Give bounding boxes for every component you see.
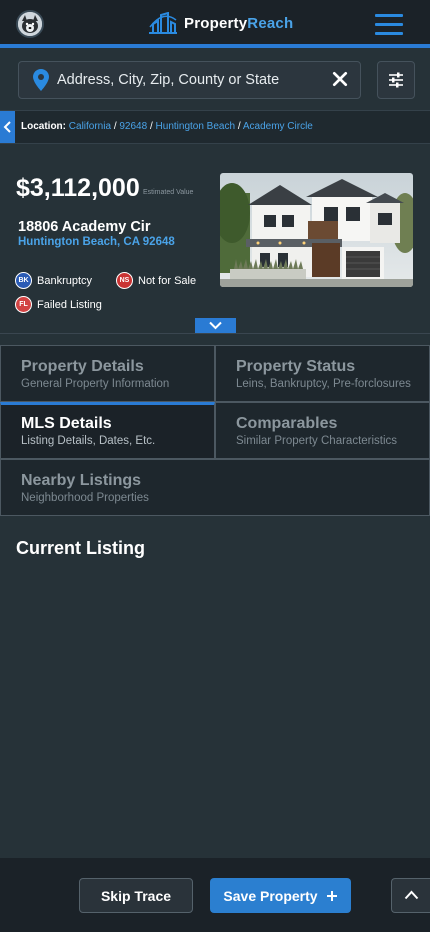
badge-failed-listing: FL Failed Listing [15,296,102,313]
filter-button[interactable] [377,61,415,99]
property-street: 18806 Academy Cir [18,219,151,235]
scroll-top-button[interactable] [391,878,430,913]
tab-subtitle: Similar Property Characteristics [236,435,398,447]
badge-not-for-sale: NS Not for Sale [116,272,196,289]
breadcrumb-separator: / [237,121,241,132]
action-footer: Skip Trace Save Property [0,858,430,932]
tab-property-details[interactable]: Property Details General Property Inform… [0,345,215,402]
tab-property-status[interactable]: Property Status Leins, Bankruptcy, Pre-f… [215,345,430,402]
badge-code: BK [15,272,32,289]
property-photo[interactable] [220,173,413,287]
tab-title: Comparables [236,415,338,432]
detail-tabs: Property Details General Property Inform… [0,345,430,517]
close-icon[interactable] [332,71,348,87]
breadcrumb-street[interactable]: Academy Circle [243,121,313,132]
logo-text: PropertyReach [184,14,294,32]
app-logo[interactable]: PropertyReach [148,12,293,34]
badge-label: Bankruptcy [37,274,93,287]
back-button[interactable] [0,111,15,143]
badge-label: Failed Listing [37,298,102,311]
tab-title: MLS Details [21,415,112,432]
tab-title: Nearby Listings [21,472,142,489]
skip-trace-button[interactable]: Skip Trace [79,878,193,913]
house-photo-image [220,173,413,287]
property-city-link[interactable]: Huntington Beach, CA 92648 [18,236,175,248]
tab-subtitle: Leins, Bankruptcy, Pre-forclosures [236,378,411,390]
tab-comparables[interactable]: Comparables Similar Property Characteris… [215,402,430,459]
chevron-up-icon [404,890,419,900]
badge-code: NS [116,272,133,289]
breadcrumb-zip[interactable]: 92648 [119,121,147,132]
breadcrumb-trail: Location: California / 92648 / Huntingto… [21,121,313,132]
breadcrumb-state[interactable]: California [69,121,111,132]
search-bar [0,52,430,110]
chevron-down-icon [209,321,222,330]
tab-subtitle: Listing Details, Dates, Etc. [21,435,156,447]
chevron-left-icon [3,121,11,133]
save-property-button[interactable]: Save Property [210,878,351,913]
map-pin-icon [33,69,49,91]
building-logo-icon [149,12,177,34]
tab-title: Property Details [21,358,144,375]
user-avatar[interactable] [16,10,44,38]
price-note: Estimated Value [143,189,194,196]
save-property-label: Save Property [223,887,318,904]
search-box [18,61,361,99]
property-price: $3,112,000 [16,174,140,202]
badge-bankruptcy: BK Bankruptcy [15,272,92,289]
badge-code: FL [15,296,32,313]
sliders-icon [389,72,403,88]
breadcrumb-label: Location: [21,121,66,132]
app-header: PropertyReach [0,0,430,48]
breadcrumb-separator: / [149,121,153,132]
tab-subtitle: Neighborhood Properties [21,492,149,504]
tab-nearby-listings[interactable]: Nearby Listings Neighborhood Properties [0,459,430,516]
search-input[interactable] [57,62,327,98]
section-title: Current Listing [16,538,145,558]
skip-trace-label: Skip Trace [100,887,172,904]
breadcrumb: Location: California / 92648 / Huntingto… [0,110,430,144]
tab-title: Property Status [236,358,356,375]
badge-label: Not for Sale [138,274,197,287]
property-summary: $3,112,000 Estimated Value 18806 Academy… [0,144,430,334]
hamburger-icon[interactable] [375,14,403,36]
expand-button[interactable] [195,318,236,333]
breadcrumb-separator: / [113,121,117,132]
tab-mls-details[interactable]: MLS Details Listing Details, Dates, Etc. [0,402,215,459]
avatar-dog-icon [18,12,42,36]
tab-subtitle: General Property Information [21,378,170,390]
plus-icon [326,890,337,901]
breadcrumb-city[interactable]: Huntington Beach [156,121,236,132]
